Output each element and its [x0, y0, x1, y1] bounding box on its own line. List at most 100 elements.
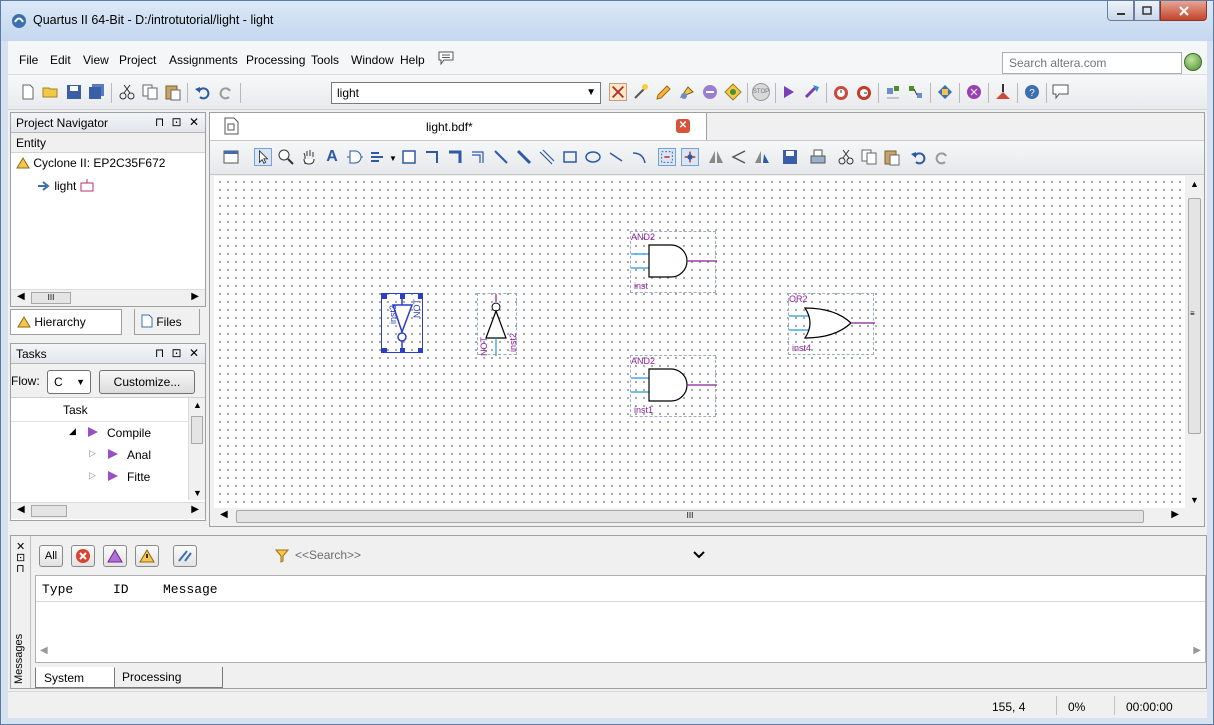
- message-search[interactable]: <<Search>>: [271, 545, 708, 567]
- and-gate-inst1[interactable]: AND2 inst1: [630, 355, 717, 417]
- wand-icon[interactable]: [632, 83, 650, 101]
- menu-project[interactable]: Project: [119, 53, 156, 67]
- undo-icon[interactable]: [910, 148, 928, 166]
- filter-error-button[interactable]: [71, 545, 95, 567]
- tasks-vertical-scrollbar[interactable]: ▲ ▼: [188, 398, 205, 500]
- diagonal-conduit-icon[interactable]: [538, 148, 556, 166]
- chat-icon[interactable]: [438, 51, 454, 65]
- chevron-down-icon[interactable]: ▼: [389, 154, 397, 163]
- panel-controls[interactable]: ⊓ ⊡ ✕: [155, 115, 201, 129]
- paste-icon[interactable]: [883, 148, 901, 166]
- redo-icon[interactable]: [217, 83, 235, 101]
- column-id[interactable]: ID: [113, 582, 129, 597]
- not-gate-inst2[interactable]: NOT inst2: [477, 293, 518, 356]
- menu-assignments[interactable]: Assignments: [169, 53, 238, 67]
- device-row[interactable]: Cyclone II: EP2C35F672: [11, 153, 205, 175]
- project-combobox[interactable]: light ▼: [331, 82, 601, 104]
- tab-hierarchy[interactable]: Hierarchy: [10, 309, 122, 335]
- save-all-icon[interactable]: [88, 83, 106, 101]
- help-icon[interactable]: ?: [1023, 83, 1041, 101]
- hand-tool-icon[interactable]: [300, 148, 318, 166]
- tab-processing[interactable]: Processing: [113, 667, 223, 688]
- line-tool-icon[interactable]: [607, 148, 625, 166]
- expand-icon[interactable]: ◢: [69, 426, 76, 437]
- scroll-thumb[interactable]: [31, 505, 67, 517]
- new-file-icon[interactable]: [19, 83, 37, 101]
- zoom-tool-icon[interactable]: [277, 148, 295, 166]
- undo-icon[interactable]: [194, 83, 212, 101]
- menu-tools[interactable]: Tools: [311, 53, 339, 67]
- title-bar[interactable]: Quartus II 64-Bit - D:/introtutorial/lig…: [1, 1, 1213, 41]
- menu-file[interactable]: File: [19, 53, 38, 67]
- tasks-horizontal-scrollbar[interactable]: ◀ ▶: [11, 502, 205, 519]
- save-icon[interactable]: [781, 148, 799, 166]
- task-row-analysis[interactable]: ▷ Anal: [11, 444, 205, 466]
- stop-icon[interactable]: STOP: [752, 83, 770, 101]
- task-row-compile[interactable]: ◢ Compile: [11, 422, 205, 444]
- column-type[interactable]: Type: [42, 582, 73, 597]
- minimize-button[interactable]: [1107, 1, 1134, 21]
- search-input[interactable]: [1002, 52, 1182, 74]
- flip-vertical-icon[interactable]: [730, 148, 748, 166]
- canvas-horizontal-scrollbar[interactable]: ◀ III ▶: [214, 508, 1185, 525]
- signaltap-icon[interactable]: [994, 83, 1012, 101]
- orthogonal-node-icon[interactable]: [423, 148, 441, 166]
- menu-help[interactable]: Help: [400, 53, 425, 67]
- column-message[interactable]: Message: [163, 582, 218, 597]
- menu-processing[interactable]: Processing: [246, 53, 305, 67]
- timing-analyzer-icon[interactable]: [832, 83, 850, 101]
- messages-horizontal-scrollbar[interactable]: ◀ ▶: [36, 644, 1205, 661]
- synthesis-icon[interactable]: [701, 83, 719, 101]
- close-button[interactable]: [1160, 1, 1207, 21]
- scroll-thumb[interactable]: ≡: [1188, 198, 1201, 434]
- start-compile-icon[interactable]: [780, 83, 798, 101]
- collapse-icon[interactable]: ▷: [89, 448, 96, 459]
- block-tool-icon[interactable]: [400, 148, 418, 166]
- rtl-viewer-icon[interactable]: [907, 83, 925, 101]
- document-tab[interactable]: light.bdf* ✕: [210, 113, 707, 140]
- chip-planner-icon[interactable]: [884, 83, 902, 101]
- print-icon[interactable]: [809, 148, 827, 166]
- cut-icon[interactable]: [118, 83, 136, 101]
- collapse-icon[interactable]: ▷: [89, 470, 96, 481]
- tab-system[interactable]: System: [35, 667, 115, 688]
- feedback-icon[interactable]: [1052, 83, 1070, 101]
- orthogonal-bus-icon[interactable]: [446, 148, 464, 166]
- scroll-thumb[interactable]: III: [236, 510, 1144, 523]
- panel-controls[interactable]: ✕ ⊡ ⊓: [16, 542, 25, 575]
- open-folder-icon[interactable]: [42, 83, 60, 101]
- or-gate-inst4[interactable]: OR2 inst4: [788, 293, 875, 355]
- suppress-button[interactable]: [173, 545, 197, 567]
- fitter-icon[interactable]: [724, 83, 742, 101]
- partial-line-selection-icon[interactable]: [658, 148, 676, 166]
- maximize-button[interactable]: [1134, 1, 1160, 21]
- rubberbanding-icon[interactable]: [681, 148, 699, 166]
- schematic-canvas[interactable]: AND2 inst AND2 inst1 OR2 inst4 NOT inst2…: [214, 176, 1185, 508]
- filter-critical-warning-button[interactable]: [103, 545, 127, 567]
- analysis-synthesis-icon[interactable]: [803, 83, 821, 101]
- rotate-icon[interactable]: [753, 148, 771, 166]
- diagonal-bus-icon[interactable]: [515, 148, 533, 166]
- symbol-tool-icon[interactable]: [346, 148, 364, 166]
- customize-button[interactable]: Customize...: [99, 370, 195, 394]
- tab-files[interactable]: Files: [134, 309, 200, 335]
- pin-tool-icon[interactable]: [369, 148, 387, 166]
- paste-icon[interactable]: [164, 83, 182, 101]
- scroll-thumb[interactable]: III: [31, 292, 71, 304]
- arc-tool-icon[interactable]: [630, 148, 648, 166]
- globe-icon[interactable]: [1184, 53, 1202, 71]
- panel-controls[interactable]: ⊓ ⊡ ✕: [155, 346, 201, 360]
- programmer-icon[interactable]: [936, 83, 954, 101]
- analyze-icon[interactable]: [678, 83, 696, 101]
- close-tab-icon[interactable]: ✕: [676, 119, 690, 133]
- diagonal-node-icon[interactable]: [492, 148, 510, 166]
- redo-icon[interactable]: [933, 148, 951, 166]
- text-tool-icon[interactable]: A: [323, 148, 341, 166]
- menu-window[interactable]: Window: [351, 53, 394, 67]
- chevron-down-icon[interactable]: [692, 549, 706, 561]
- filter-all-button[interactable]: All: [39, 545, 63, 567]
- copy-icon[interactable]: [860, 148, 878, 166]
- save-icon[interactable]: [65, 83, 83, 101]
- oval-tool-icon[interactable]: [584, 148, 602, 166]
- menu-edit[interactable]: Edit: [50, 53, 71, 67]
